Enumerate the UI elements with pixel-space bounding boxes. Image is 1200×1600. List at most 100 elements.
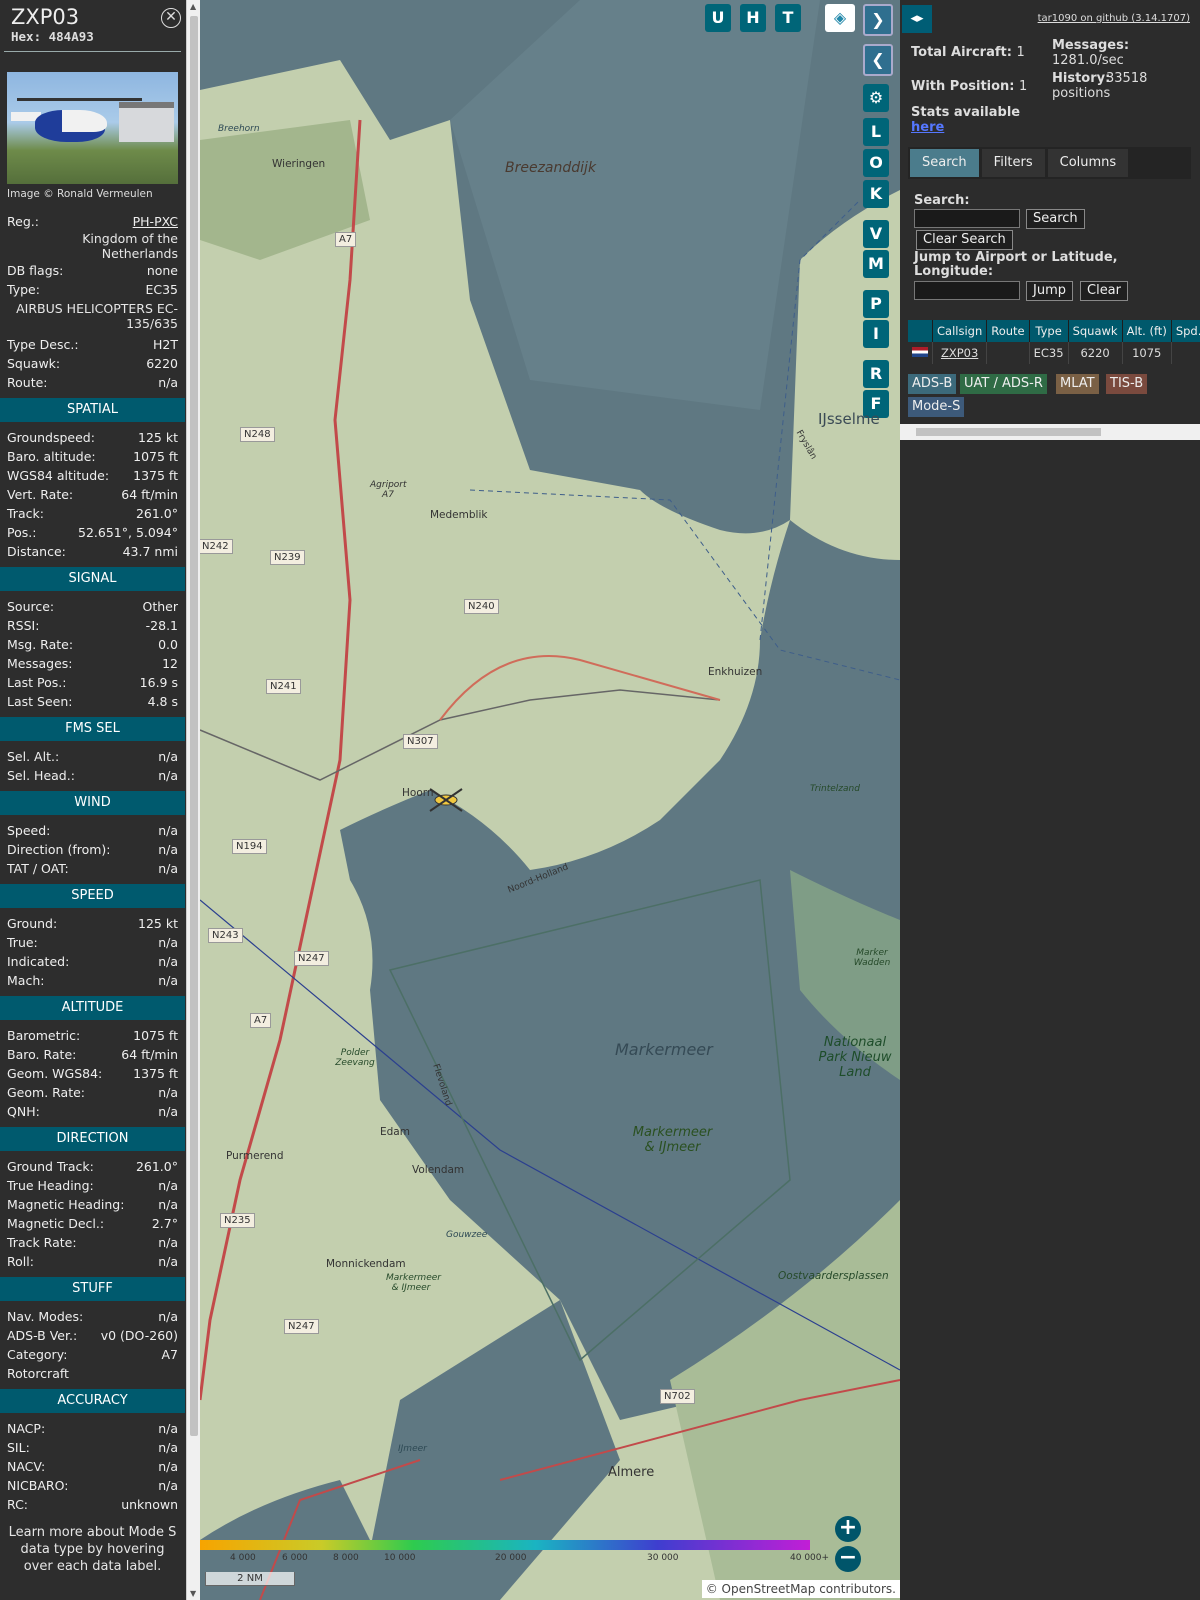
tab-filters[interactable]: Filters <box>981 149 1045 177</box>
clear-search-button[interactable]: Clear Search <box>916 230 1013 250</box>
stats-label: Stats available <box>911 105 1021 120</box>
column-header[interactable]: Squawk <box>1068 320 1123 342</box>
callsign-cell[interactable]: ZXP03 <box>932 342 988 364</box>
jump-button[interactable]: Jump <box>1026 281 1073 301</box>
info-value: H2T <box>153 337 178 352</box>
search-label: Search: <box>914 193 970 208</box>
info-label: DB flags: <box>7 263 64 278</box>
info-value: 64 ft/min <box>121 1047 178 1062</box>
scrollbar-thumb[interactable] <box>916 428 1101 436</box>
search-button[interactable]: Search <box>1026 209 1085 229</box>
info-row: Type: EC35 <box>0 280 185 299</box>
info-row-reg: Reg.: PH-PXC <box>0 212 185 231</box>
info-panel-scrollbar[interactable]: ▲ ▼ <box>186 0 200 1600</box>
registration-link[interactable]: PH-PXC <box>133 212 178 231</box>
settings-gear-icon[interactable]: ⚙ <box>863 84 889 112</box>
callsign: ZXP03 <box>11 5 80 29</box>
info-value: 16.9 s <box>139 675 178 690</box>
road-shield: N240 <box>464 599 499 614</box>
github-link[interactable]: tar1090 on github (3.14.1707) <box>1038 13 1190 24</box>
zoom-in-icon[interactable]: + <box>835 1516 861 1542</box>
source-modes: Mode-S <box>908 397 965 417</box>
map-button-v[interactable]: V <box>863 220 889 248</box>
info-row: Baro. Rate: 64 ft/min <box>0 1045 185 1064</box>
info-label: Reg.: <box>7 214 39 229</box>
close-icon[interactable]: ✕ <box>161 8 181 28</box>
map-button-t[interactable]: T <box>775 4 801 32</box>
info-label: Speed: <box>7 823 51 838</box>
map-button-u[interactable]: U <box>705 4 731 32</box>
source-tisb: TIS-B <box>1106 374 1148 394</box>
column-header[interactable]: Spd. <box>1171 320 1200 342</box>
map-button-k[interactable]: K <box>863 180 889 208</box>
info-row: Track Rate: n/a <box>0 1233 185 1252</box>
scrollbar-thumb[interactable] <box>190 16 198 1436</box>
info-label: ADS-B Ver.: <box>7 1328 78 1343</box>
info-value: n/a <box>158 1421 178 1436</box>
map-label-purmerend: Purmerend <box>226 1150 284 1162</box>
info-value: unknown <box>121 1497 178 1512</box>
info-row: Distance: 43.7 nmi <box>0 542 185 561</box>
total-aircraft: Total Aircraft: 1 <box>911 45 1025 60</box>
info-value: n/a <box>158 1085 178 1100</box>
clear-button[interactable]: Clear <box>1080 281 1128 301</box>
map-button-i[interactable]: I <box>863 320 889 348</box>
map-button-o[interactable]: O <box>863 149 889 177</box>
road-shield: N194 <box>232 839 267 854</box>
scroll-down-icon[interactable]: ▼ <box>190 1589 196 1598</box>
table-row[interactable]: ZXP03 EC35 6220 1075 <box>908 342 1200 364</box>
aircraft-helicopter-icon[interactable] <box>426 785 466 815</box>
scroll-up-icon[interactable]: ▲ <box>190 2 196 11</box>
info-value: 1375 ft <box>133 1066 178 1081</box>
map-button-l[interactable]: L <box>863 118 889 146</box>
expand-right-icon[interactable]: ❯ <box>863 4 893 36</box>
aircraft-photo[interactable] <box>7 72 178 184</box>
info-label: Distance: <box>7 544 66 559</box>
info-value: 52.651°, 5.094° <box>78 525 178 540</box>
map-canvas <box>200 0 900 1600</box>
road-shield: A7 <box>250 1013 272 1028</box>
map-view[interactable]: U H T ◈ L O K V M P I R F ❯ ⚙ ❮ Breezanddijk Wier… <box>200 0 900 1600</box>
info-value: n/a <box>158 954 178 969</box>
zoom-out-icon[interactable]: − <box>835 1546 861 1572</box>
info-label: Direction (from): <box>7 842 111 857</box>
jump-input[interactable] <box>914 281 1020 300</box>
map-button-m[interactable]: M <box>863 250 889 278</box>
column-header[interactable]: Type <box>1029 320 1069 342</box>
column-header[interactable] <box>908 320 933 342</box>
info-label: Msg. Rate: <box>7 637 74 652</box>
tab-search[interactable]: Search <box>910 149 979 177</box>
search-input[interactable] <box>914 209 1020 228</box>
map-label-markermeer-small: Markermeer & IJmeer <box>386 1273 441 1293</box>
info-value: n/a <box>158 1309 178 1324</box>
layers-icon[interactable]: ◈ <box>825 4 855 32</box>
info-row: Rotorcraft <box>0 1364 185 1383</box>
expand-icon[interactable]: ◂▸ <box>902 5 932 33</box>
app-root: ZXP03 Hex: 484A93 ✕ Image © Ronald Verme… <box>0 0 1200 1600</box>
info-label: Last Seen: <box>7 694 73 709</box>
collapse-left-icon[interactable]: ❮ <box>863 44 893 76</box>
map-button-p[interactable]: P <box>863 290 889 318</box>
map-label-polder-zeevang: Polder Zeevang <box>335 1048 375 1068</box>
road-shield: N307 <box>403 734 438 749</box>
section-header-wind: WIND <box>0 791 185 815</box>
column-header[interactable]: Route <box>986 320 1030 342</box>
map-button-r[interactable]: R <box>863 360 889 388</box>
info-row: RC: unknown <box>0 1495 185 1514</box>
table-horizontal-scrollbar[interactable] <box>900 424 1200 440</box>
map-button-h[interactable]: H <box>740 4 766 32</box>
tab-columns[interactable]: Columns <box>1047 149 1129 177</box>
info-row: True Heading: n/a <box>0 1176 185 1195</box>
info-label: TAT / OAT: <box>7 861 69 876</box>
info-row: ADS-B Ver.: v0 (DO-260) <box>0 1326 185 1345</box>
stats-link[interactable]: here <box>911 120 944 135</box>
info-value: n/a <box>158 1104 178 1119</box>
map-label-wieringen: Wieringen <box>272 158 326 170</box>
info-label: Type: <box>7 282 40 297</box>
info-value: EC35 <box>145 282 178 297</box>
map-label-breehorn: Breehorn <box>218 124 260 134</box>
info-row: Mach: n/a <box>0 971 185 990</box>
column-header[interactable]: Alt. (ft) <box>1122 320 1172 342</box>
column-header[interactable]: Callsign <box>932 320 988 342</box>
info-label: Sel. Head.: <box>7 768 75 783</box>
